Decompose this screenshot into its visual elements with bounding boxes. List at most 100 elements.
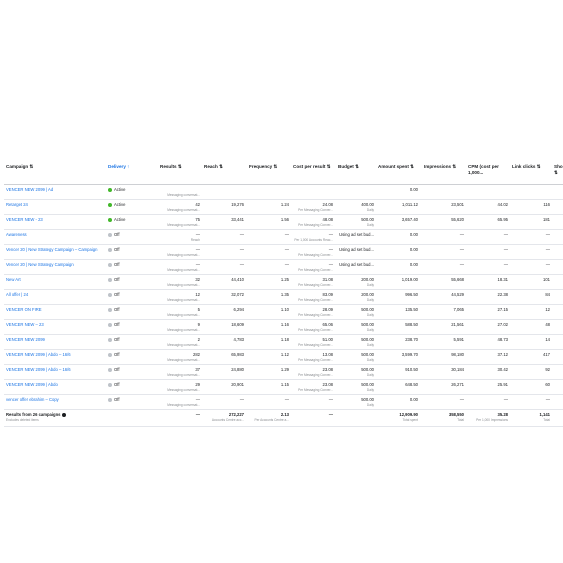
col-frequency[interactable]: Frequency ⇅: [249, 164, 289, 170]
cost-per-result-value[interactable]: —: [293, 232, 333, 237]
cost-per-result-value[interactable]: 24.08: [293, 202, 333, 207]
col-amount-spent[interactable]: Amount spent ⇅: [378, 164, 418, 170]
campaign-name-link[interactable]: VENCER NEW 2099 | Abdo – 16/6: [6, 352, 102, 357]
campaign-name-link[interactable]: VENCER NEW - 23: [6, 217, 102, 222]
col-results[interactable]: Results ⇅: [160, 164, 200, 170]
table-row[interactable]: VENCER NEW - 23 Active 75 Messaging conv…: [4, 215, 563, 230]
cost-per-result-value[interactable]: 48.08: [293, 217, 333, 222]
frequency-value: 1.25: [280, 277, 289, 282]
cost-per-result-value[interactable]: 23.08: [293, 367, 333, 372]
budget-value[interactable]: 200.00: [338, 277, 374, 282]
budget-value[interactable]: Using ad set bud...: [338, 232, 374, 237]
results-sub: Reach: [190, 238, 200, 242]
results-value[interactable]: —: [160, 262, 200, 267]
results-value[interactable]: 37: [160, 367, 200, 372]
results-value[interactable]: —: [160, 397, 200, 402]
footer-campaign: Results from 26 campaigns: [6, 412, 102, 417]
budget-value[interactable]: 500.00: [338, 217, 374, 222]
campaign-name-link[interactable]: VENCER ON FIRE: [6, 307, 102, 312]
amount-spent-value: 238.70: [405, 337, 418, 342]
results-sub: Messaging conversat...: [167, 223, 200, 227]
table-row[interactable]: Vencer 20 | New Strategy Campaign Off — …: [4, 260, 563, 275]
campaign-name-link[interactable]: VENCER NEW – 23: [6, 322, 102, 327]
results-value[interactable]: 75: [160, 217, 200, 222]
results-sub: Messaging conversat...: [167, 328, 200, 332]
results-value[interactable]: 12: [160, 292, 200, 297]
campaign-name-link[interactable]: New Art: [6, 277, 102, 282]
campaign-name-link[interactable]: Retarget 24: [6, 202, 102, 207]
cost-per-result-value[interactable]: —: [293, 262, 333, 267]
budget-value[interactable]: 500.00: [338, 382, 374, 387]
status-dot-icon: [108, 367, 112, 372]
budget-value[interactable]: 500.00: [338, 397, 374, 402]
campaign-name-link[interactable]: All offer | 24: [6, 292, 102, 297]
cost-per-result-value[interactable]: 23.08: [293, 382, 333, 387]
budget-value[interactable]: 500.00: [338, 367, 374, 372]
table-row[interactable]: VENCER NEW 2099 | Abdo Off 29 Messaging …: [4, 380, 563, 395]
cpm-value: —: [503, 247, 508, 252]
col-delivery[interactable]: Delivery ↑: [108, 164, 154, 170]
col-cpm[interactable]: CPM (cost per 1,000...: [468, 164, 508, 176]
table-row[interactable]: Awareness Off — Reach — — — Per 1,000 Ac…: [4, 230, 563, 245]
table-row[interactable]: New Art Off 32 Messaging conversat... 44…: [4, 275, 563, 290]
impressions-value: —: [459, 247, 464, 252]
budget-value[interactable]: 500.00: [338, 322, 374, 327]
table-row[interactable]: VENCER NEW – 23 Off 9 Messaging conversa…: [4, 320, 563, 335]
col-campaign[interactable]: Campaign ⇅: [6, 164, 102, 170]
results-value[interactable]: 32: [160, 277, 200, 282]
campaign-name-link[interactable]: VENCER NEW 2099 | Ad: [6, 187, 102, 192]
table-row[interactable]: VENCER NEW 2099 | Abdo – 16/6 Off 282 Me…: [4, 350, 563, 365]
results-value[interactable]: 29: [160, 382, 200, 387]
budget-value[interactable]: Using ad set bud...: [338, 262, 374, 267]
results-value[interactable]: 5: [160, 307, 200, 312]
cost-per-result-value[interactable]: 13.08: [293, 352, 333, 357]
cost-per-result-value[interactable]: 28.09: [293, 307, 333, 312]
table-row[interactable]: VENCER ON FIRE Off 5 Messaging conversat…: [4, 305, 563, 320]
delivery-status: Off: [108, 382, 154, 387]
results-value[interactable]: —: [160, 232, 200, 237]
table-row[interactable]: All offer | 24 Off 12 Messaging conversa…: [4, 290, 563, 305]
table-row[interactable]: Vencer 20 | New Strategy Campaign – Camp…: [4, 245, 563, 260]
link-clicks-value: 12: [545, 307, 550, 312]
campaign-name-link[interactable]: Awareness: [6, 232, 102, 237]
budget-value[interactable]: 500.00: [338, 337, 374, 342]
campaign-name-link[interactable]: VENCER NEW 2099: [6, 337, 102, 342]
budget-value[interactable]: 200.00: [338, 292, 374, 297]
cost-per-result-value[interactable]: 65.06: [293, 322, 333, 327]
amount-spent-value: 3,657.40: [401, 217, 418, 222]
table-row[interactable]: vencer offer ebrahim – Copy Off — Messag…: [4, 395, 563, 410]
results-value[interactable]: —: [160, 247, 200, 252]
table-row[interactable]: VENCER NEW 2099 Off 2 Messaging conversa…: [4, 335, 563, 350]
cost-per-result-value[interactable]: 31.08: [293, 277, 333, 282]
info-icon[interactable]: [61, 412, 66, 417]
campaign-name-link[interactable]: Vencer 20 | New Strategy Campaign – Camp…: [6, 247, 102, 252]
col-budget[interactable]: Budget ⇅: [338, 164, 374, 170]
cost-per-result-value[interactable]: —: [293, 247, 333, 252]
frequency-value: 1.15: [280, 382, 289, 387]
results-value[interactable]: 42: [160, 202, 200, 207]
col-cost-per-result[interactable]: Cost per result ⇅: [293, 164, 333, 170]
campaign-name-link[interactable]: VENCER NEW 2099 | Abdo: [6, 382, 102, 387]
status-dot-icon: [108, 217, 112, 222]
cost-per-result-value[interactable]: 51.00: [293, 337, 333, 342]
cost-per-result-value[interactable]: —: [293, 397, 333, 402]
table-row[interactable]: Retarget 24 Active 42 Messaging conversa…: [4, 200, 563, 215]
results-value[interactable]: 2: [160, 337, 200, 342]
budget-value[interactable]: Using ad set bud...: [338, 247, 374, 252]
budget-value[interactable]: 400.00: [338, 202, 374, 207]
results-value[interactable]: 282: [160, 352, 200, 357]
col-reach[interactable]: Reach ⇅: [204, 164, 244, 170]
campaign-name-link[interactable]: VENCER NEW 2099 | Abdo – 16/6: [6, 367, 102, 372]
cost-per-result-value[interactable]: 83.09: [293, 292, 333, 297]
col-sho[interactable]: Sho ⇅: [554, 164, 563, 176]
col-impressions[interactable]: Impressions ⇅: [424, 164, 464, 170]
campaign-name-link[interactable]: Vencer 20 | New Strategy Campaign: [6, 262, 102, 267]
campaign-name-link[interactable]: vencer offer ebrahim – Copy: [6, 397, 102, 402]
results-value[interactable]: 9: [160, 322, 200, 327]
table-row[interactable]: VENCER NEW 2099 | Abdo – 16/6 Off 37 Mes…: [4, 365, 563, 380]
footer-impressions-sub: Total: [457, 418, 464, 422]
table-row[interactable]: VENCER NEW 2099 | Ad Active Messaging co…: [4, 185, 563, 200]
col-link-clicks[interactable]: Link clicks ⇅: [512, 164, 550, 170]
budget-value[interactable]: 500.00: [338, 352, 374, 357]
budget-value[interactable]: 500.00: [338, 307, 374, 312]
